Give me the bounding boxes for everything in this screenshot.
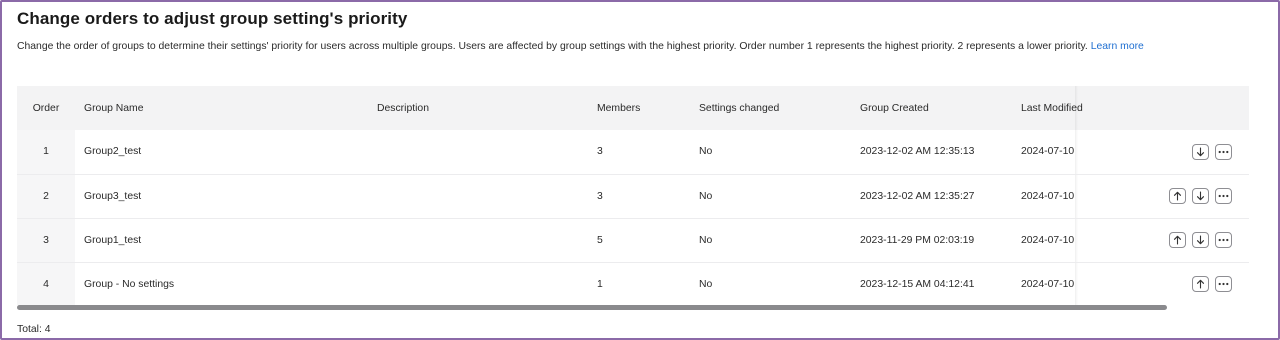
cell-members: 3 bbox=[597, 146, 603, 158]
column-header-last-modified: Last Modified bbox=[1012, 86, 1083, 130]
move-down-button[interactable] bbox=[1192, 188, 1209, 204]
move-up-icon bbox=[1196, 279, 1205, 289]
column-header-group-created: Group Created bbox=[860, 102, 929, 114]
more-actions-button[interactable] bbox=[1215, 232, 1232, 248]
cell-settings-changed: No bbox=[699, 234, 713, 246]
move-up-icon bbox=[1173, 235, 1182, 245]
column-header-description: Description bbox=[377, 102, 429, 114]
more-icon bbox=[1218, 150, 1229, 154]
groups-table: Order Group Name Description Members Set… bbox=[17, 86, 1249, 307]
group-priority-panel: Change orders to adjust group setting's … bbox=[0, 0, 1280, 340]
row-action-group bbox=[1169, 188, 1232, 204]
cell-last-modified: 2024-07-10 bbox=[1012, 262, 1078, 306]
cell-group-created: 2023-12-02 AM 12:35:27 bbox=[860, 190, 975, 202]
cell-group-created: 2023-11-29 PM 02:03:19 bbox=[860, 234, 975, 246]
row-action-group bbox=[1169, 232, 1232, 248]
total-count: Total: 4 bbox=[17, 324, 51, 335]
row-action-group bbox=[1192, 143, 1232, 160]
table-body: 1 Group2_test 3 No 2023-12-02 AM 12:35:13 202… bbox=[17, 130, 1249, 306]
move-down-icon bbox=[1196, 191, 1205, 201]
cell-actions bbox=[1078, 218, 1249, 262]
cell-members: 1 bbox=[597, 278, 603, 290]
move-down-icon bbox=[1196, 235, 1205, 245]
move-up-button[interactable] bbox=[1169, 232, 1186, 248]
column-header-order: Order bbox=[17, 86, 75, 130]
table-row: 3 Group1_test 5 No 2023-11-29 PM 02:03:19 202… bbox=[17, 218, 1249, 262]
cell-members: 5 bbox=[597, 234, 603, 246]
cell-description bbox=[368, 218, 588, 262]
page-title: Change orders to adjust group setting's … bbox=[17, 9, 408, 28]
horizontal-scrollbar-thumb[interactable] bbox=[17, 305, 1167, 310]
cell-group-name: Group1_test bbox=[84, 234, 142, 246]
learn-more-link[interactable]: Learn more bbox=[1091, 41, 1144, 52]
column-header-members: Members bbox=[597, 102, 641, 114]
table-row: 1 Group2_test 3 No 2023-12-02 AM 12:35:13 202… bbox=[17, 130, 1249, 174]
description-text: Change the order of groups to determine … bbox=[17, 41, 1088, 52]
cell-description bbox=[368, 130, 588, 174]
row-action-group bbox=[1192, 276, 1232, 292]
move-down-button[interactable] bbox=[1192, 143, 1209, 160]
cell-actions bbox=[1078, 130, 1249, 174]
more-icon bbox=[1218, 194, 1229, 198]
groups-table-container: Order Group Name Description Members Set… bbox=[17, 86, 1249, 312]
cell-group-created: 2023-12-15 AM 04:12:41 bbox=[860, 278, 975, 290]
cell-last-modified: 2024-07-10 bbox=[1012, 130, 1078, 174]
more-actions-button[interactable] bbox=[1215, 188, 1232, 204]
cell-group-name: Group - No settings bbox=[84, 278, 175, 290]
cell-group-name: Group3_test bbox=[84, 190, 142, 202]
cell-settings-changed: No bbox=[699, 146, 713, 158]
move-down-button[interactable] bbox=[1192, 232, 1209, 248]
cell-order: 3 bbox=[17, 218, 75, 262]
cell-settings-changed: No bbox=[699, 278, 713, 290]
more-actions-button[interactable] bbox=[1215, 143, 1232, 160]
column-header-group-name: Group Name bbox=[84, 102, 144, 114]
cell-order: 2 bbox=[17, 174, 75, 218]
cell-settings-changed: No bbox=[699, 190, 713, 202]
cell-group-name: Group2_test bbox=[84, 146, 142, 158]
cell-order: 4 bbox=[17, 262, 75, 306]
cell-actions bbox=[1078, 262, 1249, 306]
cell-members: 3 bbox=[597, 190, 603, 202]
table-row: 2 Group3_test 3 No 2023-12-02 AM 12:35:27 202… bbox=[17, 174, 1249, 218]
cell-last-modified: 2024-07-10 bbox=[1012, 174, 1078, 218]
move-down-icon bbox=[1196, 147, 1205, 157]
more-icon bbox=[1218, 238, 1229, 242]
move-up-button[interactable] bbox=[1169, 188, 1186, 204]
table-row: 4 Group - No settings 1 No 2023-12-15 AM 04:… bbox=[17, 262, 1249, 306]
cell-last-modified: 2024-07-10 bbox=[1012, 218, 1078, 262]
page-description: Change the order of groups to determine … bbox=[17, 39, 1242, 55]
column-header-actions bbox=[1078, 86, 1249, 130]
cell-description bbox=[368, 262, 588, 306]
cell-group-created: 2023-12-02 AM 12:35:13 bbox=[860, 146, 975, 158]
table-header-row: Order Group Name Description Members Set… bbox=[17, 86, 1249, 130]
more-icon bbox=[1218, 282, 1229, 286]
move-up-icon bbox=[1173, 191, 1182, 201]
cell-actions bbox=[1078, 174, 1249, 218]
move-up-button[interactable] bbox=[1192, 276, 1209, 292]
more-actions-button[interactable] bbox=[1215, 276, 1232, 292]
column-header-settings-changed: Settings changed bbox=[699, 102, 780, 114]
cell-order: 1 bbox=[17, 130, 75, 174]
cell-description bbox=[368, 174, 588, 218]
horizontal-scrollbar[interactable] bbox=[17, 305, 1249, 311]
